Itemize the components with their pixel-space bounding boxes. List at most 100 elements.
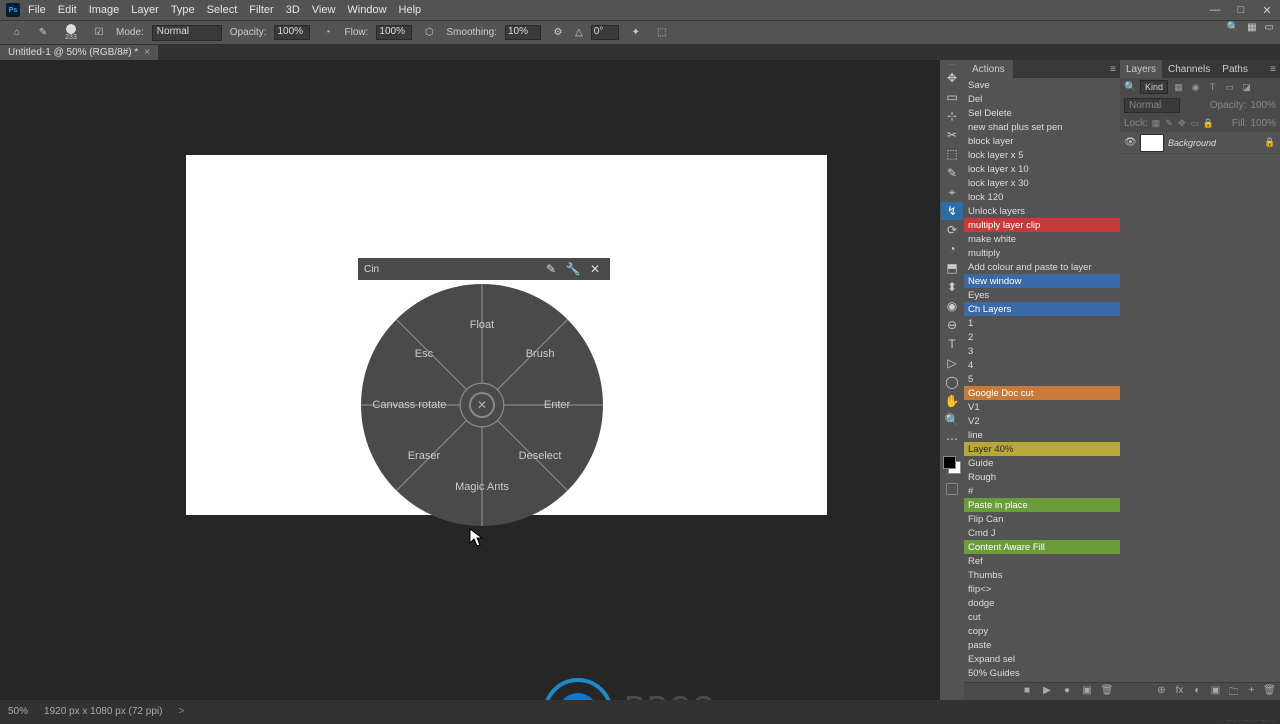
- actions-menu-icon[interactable]: ≡: [1106, 64, 1120, 75]
- action-item[interactable]: make white: [964, 232, 1120, 246]
- action-item[interactable]: cut: [964, 610, 1120, 624]
- action-item[interactable]: Thumbs: [964, 568, 1120, 582]
- tool-wand[interactable]: ✂: [941, 126, 963, 144]
- document-tab[interactable]: Untitled-1 @ 50% (RGB/8#) * ×: [0, 45, 158, 60]
- pie-menu-header[interactable]: Cin ✎ 🔧 ✕: [358, 258, 610, 280]
- menu-layer[interactable]: Layer: [131, 4, 159, 16]
- status-arrow-icon[interactable]: >: [178, 706, 184, 717]
- layer-blend-select[interactable]: Normal: [1124, 98, 1180, 113]
- action-item[interactable]: Guide: [964, 456, 1120, 470]
- action-item[interactable]: new shad plus set pen: [964, 120, 1120, 134]
- tool-marquee[interactable]: ▭: [941, 88, 963, 106]
- pie-close-icon[interactable]: ✕: [586, 260, 604, 278]
- action-item[interactable]: Save: [964, 78, 1120, 92]
- layer-opacity-value[interactable]: 100%: [1250, 100, 1276, 111]
- action-item[interactable]: 2: [964, 330, 1120, 344]
- menu-type[interactable]: Type: [171, 4, 195, 16]
- menu-filter[interactable]: Filter: [249, 4, 273, 16]
- tool-pen[interactable]: ⊖: [941, 316, 963, 334]
- action-item[interactable]: block layer: [964, 134, 1120, 148]
- action-item[interactable]: Eyes: [964, 288, 1120, 302]
- menu-3d[interactable]: 3D: [286, 4, 300, 16]
- action-item[interactable]: Expand sel: [964, 652, 1120, 666]
- tool-eyedrop[interactable]: ✎: [941, 164, 963, 182]
- channels-tab[interactable]: Channels: [1162, 60, 1216, 78]
- tool-eraser[interactable]: ⬒: [941, 259, 963, 277]
- action-item[interactable]: paste: [964, 638, 1120, 652]
- tool-history[interactable]: ◔: [941, 240, 963, 258]
- action-item[interactable]: lock layer x 30: [964, 176, 1120, 190]
- lock-pos-icon[interactable]: ✥: [1177, 118, 1187, 129]
- layer-name[interactable]: Background: [1168, 138, 1260, 148]
- tool-zoom[interactable]: 🔍: [941, 411, 963, 429]
- pie-pin-icon[interactable]: ✎: [542, 260, 560, 278]
- pressure-opacity-icon[interactable]: ◔: [318, 24, 336, 42]
- action-item[interactable]: Del: [964, 92, 1120, 106]
- tool-more[interactable]: ⋯: [941, 430, 963, 448]
- action-item[interactable]: 1: [964, 316, 1120, 330]
- action-item[interactable]: multiply layer clip: [964, 218, 1120, 232]
- window-maximize[interactable]: □: [1228, 0, 1254, 20]
- layer-lock-icon[interactable]: 🔒: [1264, 137, 1276, 148]
- action-item[interactable]: copy: [964, 624, 1120, 638]
- tool-stamp[interactable]: ⟳: [941, 221, 963, 239]
- action-item[interactable]: multiply: [964, 246, 1120, 260]
- action-item[interactable]: Add colour and paste to layer: [964, 260, 1120, 274]
- actions-play-icon[interactable]: ▶: [1040, 685, 1054, 699]
- action-item[interactable]: V1: [964, 400, 1120, 414]
- layer-mask-icon[interactable]: ◐: [1191, 685, 1204, 698]
- action-item[interactable]: Cmd J: [964, 526, 1120, 540]
- action-item[interactable]: 5: [964, 372, 1120, 386]
- menu-file[interactable]: File: [28, 4, 46, 16]
- actions-trash-icon[interactable]: 🗑: [1100, 685, 1114, 699]
- layer-search-icon[interactable]: 🔍: [1124, 82, 1136, 93]
- tab-close-icon[interactable]: ×: [144, 47, 150, 58]
- action-item[interactable]: Ch Layers: [964, 302, 1120, 316]
- action-item[interactable]: 50% Guides: [964, 666, 1120, 680]
- quickmask-icon[interactable]: [942, 480, 962, 498]
- tool-hand[interactable]: ✋: [941, 392, 963, 410]
- airbrush-icon[interactable]: ⬡: [420, 24, 438, 42]
- filter-adjust-icon[interactable]: ◉: [1189, 81, 1202, 94]
- actions-new-icon[interactable]: ▣: [1080, 685, 1094, 699]
- actions-record-icon[interactable]: ●: [1060, 685, 1074, 699]
- pie-center-close[interactable]: ✕: [469, 392, 495, 418]
- lock-trans-icon[interactable]: ▦: [1151, 118, 1161, 129]
- tool-preset-icon[interactable]: ✎: [34, 24, 52, 42]
- toolbox-grip-icon[interactable]: [946, 62, 958, 66]
- paths-tab[interactable]: Paths: [1216, 60, 1254, 78]
- action-item[interactable]: 3: [964, 344, 1120, 358]
- layer-visibility-icon[interactable]: 👁: [1124, 137, 1136, 148]
- home-icon[interactable]: ⌂: [8, 24, 26, 42]
- action-item[interactable]: New window: [964, 274, 1120, 288]
- zoom-level[interactable]: 50%: [8, 706, 28, 717]
- action-item[interactable]: line: [964, 428, 1120, 442]
- foreground-color[interactable]: [943, 456, 956, 469]
- action-item[interactable]: Rough: [964, 470, 1120, 484]
- action-item[interactable]: Google Doc cut: [964, 386, 1120, 400]
- tool-brush[interactable]: ↯: [941, 202, 963, 220]
- menu-help[interactable]: Help: [399, 4, 422, 16]
- brush-preview[interactable]: 233: [60, 22, 82, 44]
- pressure-size-icon[interactable]: ✦: [627, 24, 645, 42]
- blend-toggle-icon[interactable]: ☑: [90, 24, 108, 42]
- action-item[interactable]: Layer 40%: [964, 442, 1120, 456]
- action-item[interactable]: Flip Can: [964, 512, 1120, 526]
- layer-fill-value[interactable]: 100%: [1250, 118, 1276, 129]
- filter-shape-icon[interactable]: ▭: [1223, 81, 1236, 94]
- menu-window[interactable]: Window: [347, 4, 386, 16]
- pie-config-icon[interactable]: 🔧: [564, 260, 582, 278]
- action-item[interactable]: V2: [964, 414, 1120, 428]
- layer-adjust-icon[interactable]: ▣: [1209, 685, 1222, 698]
- opacity-input[interactable]: 100%: [274, 25, 310, 40]
- action-item[interactable]: dodge: [964, 596, 1120, 610]
- tool-gradient[interactable]: ⬍: [941, 278, 963, 296]
- action-item[interactable]: lock 120: [964, 190, 1120, 204]
- layer-kind-select[interactable]: Kind: [1140, 80, 1168, 94]
- layer-trash-icon[interactable]: 🗑: [1263, 685, 1276, 698]
- tool-shape[interactable]: ◯: [941, 373, 963, 391]
- menu-view[interactable]: View: [312, 4, 336, 16]
- angle-input[interactable]: 0°: [591, 25, 619, 40]
- lock-paint-icon[interactable]: ✎: [1164, 118, 1174, 129]
- search-icon[interactable]: 🔍: [1227, 22, 1239, 33]
